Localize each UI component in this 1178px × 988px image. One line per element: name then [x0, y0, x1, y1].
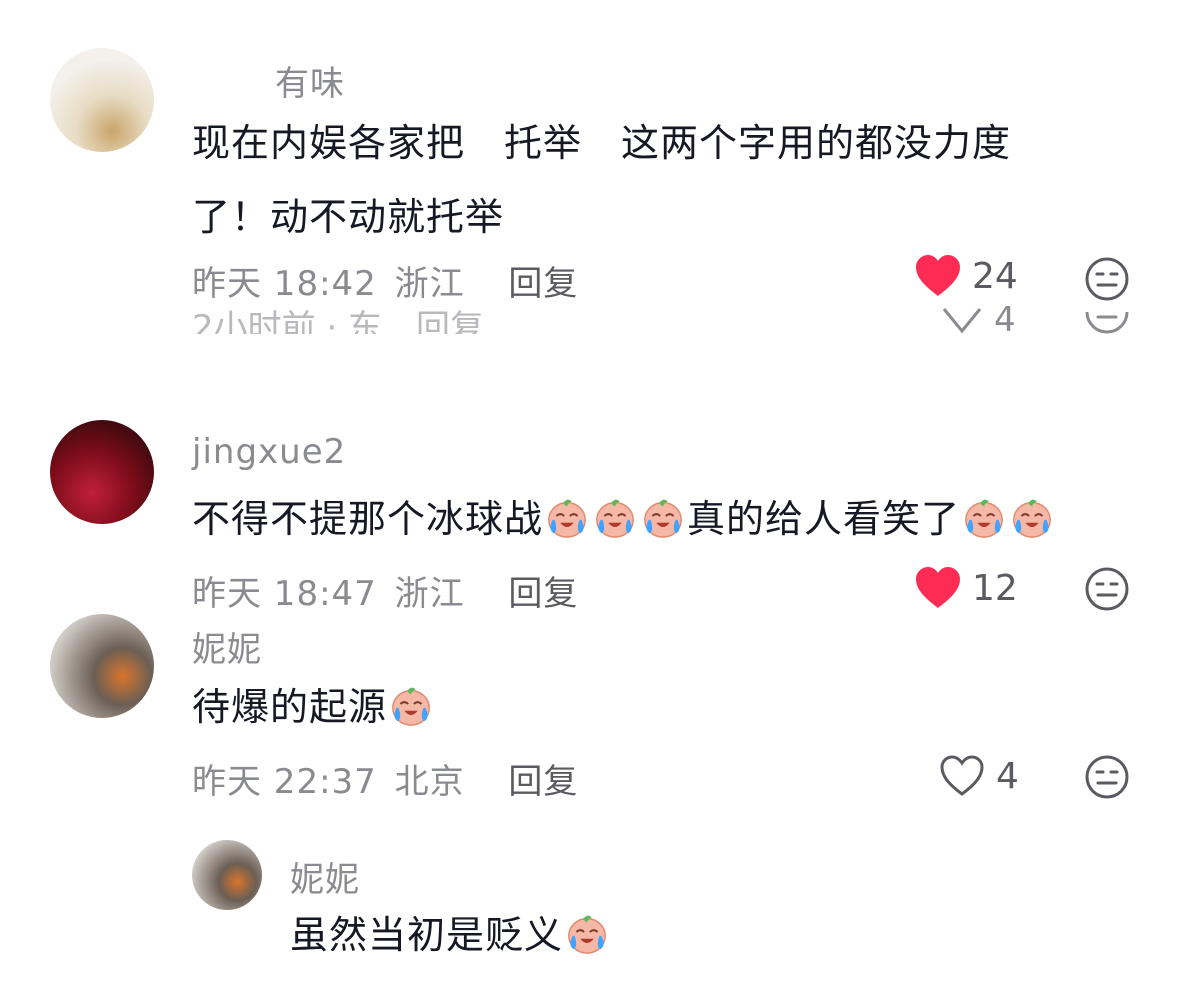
timestamp: 昨天 22:37: [192, 762, 377, 802]
username[interactable]: jingxue2: [192, 432, 346, 472]
comment-text-part: 待爆的起源: [192, 685, 388, 729]
like-button[interactable]: 12: [914, 566, 1018, 610]
comment-line: 现在内娱各家把 托举 这两个字用的都没力度: [192, 121, 1012, 165]
like-count: 12: [972, 567, 1018, 609]
comment-text: 现在内娱各家把 托举 这两个字用的都没力度 了！动不动就托举: [192, 106, 1092, 254]
heart-outline-icon: [940, 755, 984, 796]
crying-emoji-icon: [544, 494, 590, 540]
avatar[interactable]: [50, 48, 154, 152]
like-button[interactable]: 24: [914, 254, 1018, 298]
reply-button[interactable]: 回复: [508, 762, 578, 802]
dislike-face-icon: [1085, 311, 1129, 334]
avatar[interactable]: [192, 840, 262, 910]
comment-meta: 昨天 18:47 浙江 回复: [192, 566, 578, 615]
like-count: 24: [972, 255, 1018, 297]
crying-emoji-icon: [1009, 494, 1055, 540]
heart-outline-icon: [942, 308, 982, 334]
comment-line: 了！动不动就托举: [192, 195, 505, 239]
comment-text-part: 虽然当初是贬义: [290, 913, 564, 957]
timestamp: 昨天 18:42: [192, 264, 377, 304]
avatar[interactable]: [50, 420, 154, 524]
comment-text-part: 真的给人看笑了: [687, 497, 961, 541]
crying-emoji-icon: [640, 494, 686, 540]
username[interactable]: 妮妮: [192, 622, 262, 671]
ghost-meta-row: 2小时前 · 东 回复: [192, 308, 485, 334]
ghost-like-count: 4: [994, 300, 1016, 340]
reply-button[interactable]: 回复: [508, 574, 578, 614]
heart-filled-icon: [916, 255, 960, 296]
crying-emoji-icon: [592, 494, 638, 540]
like-count: 4: [996, 755, 1019, 797]
crying-emoji-icon: [388, 682, 434, 728]
reply-button[interactable]: 回复: [508, 264, 578, 304]
username[interactable]: 妮妮: [290, 852, 360, 901]
comment-text-part: 不得不提那个冰球战: [192, 497, 544, 541]
comment-text: 不得不提那个冰球战 真的给人看笑了: [192, 482, 1152, 556]
like-button[interactable]: 4: [938, 754, 1019, 798]
location: 浙江: [394, 264, 465, 304]
heart-filled-icon: [916, 567, 960, 608]
location: 北京: [394, 762, 465, 802]
dislike-face-icon[interactable]: [1084, 566, 1130, 612]
comment-text: 待爆的起源: [192, 670, 435, 744]
location: 浙江: [394, 574, 465, 614]
comment-text: 虽然当初是贬义: [290, 898, 611, 972]
crying-emoji-icon: [564, 910, 610, 956]
crying-emoji-icon: [961, 494, 1007, 540]
comment-meta: 昨天 18:42 浙江 回复: [192, 256, 578, 305]
comment-meta: 昨天 22:37 北京 回复: [192, 754, 578, 803]
timestamp: 昨天 18:47: [192, 574, 377, 614]
avatar[interactable]: [50, 614, 154, 718]
username[interactable]: 有味: [275, 56, 345, 105]
dislike-face-icon[interactable]: [1084, 754, 1130, 800]
dislike-face-icon[interactable]: [1084, 256, 1130, 302]
